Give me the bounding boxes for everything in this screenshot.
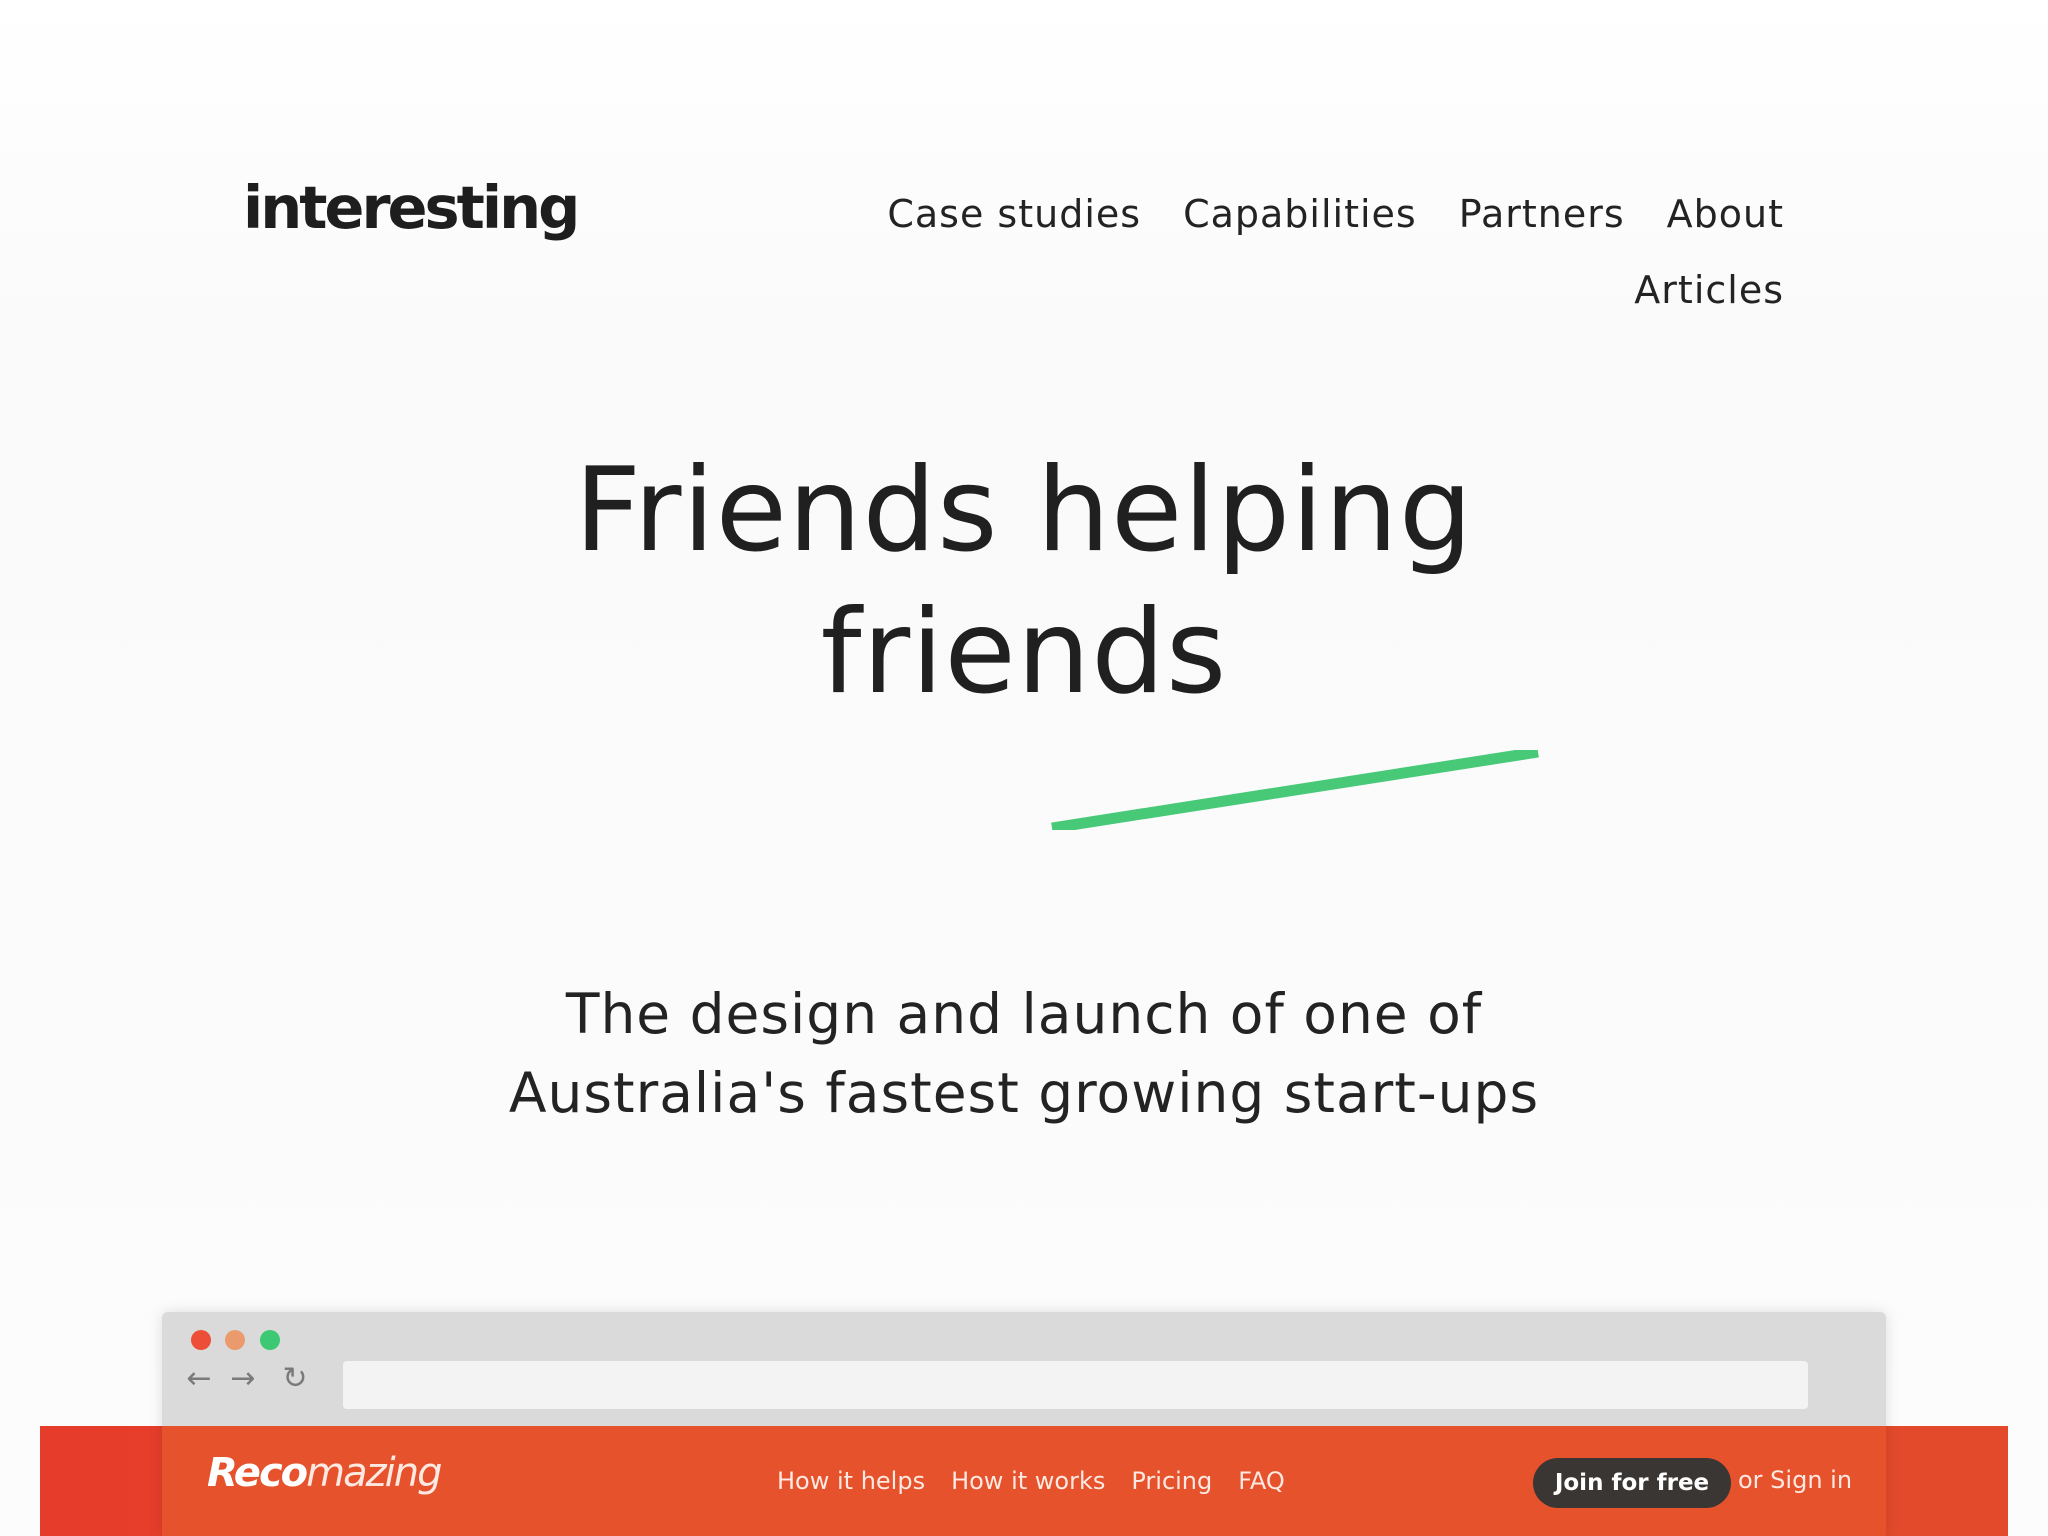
maximize-dot-icon <box>260 1330 280 1350</box>
nav-partners[interactable]: Partners <box>1459 188 1625 240</box>
browser-mockup: ← → ↻ Recomazing How it helps How it wor… <box>162 1312 1886 1536</box>
site-nav-pricing[interactable]: Pricing <box>1131 1467 1212 1495</box>
hero-subtitle-line-2: Australia's fastest growing start-ups <box>508 1061 1540 1125</box>
hero-title-line-1: Friends helping <box>574 443 1474 578</box>
main-nav: Case studies Capabilities Partners About… <box>824 188 1784 316</box>
recomazing-site-header: Recomazing How it helps How it works Pri… <box>162 1426 1886 1536</box>
site-nav-faq[interactable]: FAQ <box>1238 1467 1285 1495</box>
browser-chrome: ← → ↻ <box>162 1312 1886 1426</box>
hero-subtitle: The design and launch of one of Australi… <box>0 975 2048 1133</box>
minimize-dot-icon <box>225 1330 245 1350</box>
nav-case-studies[interactable]: Case studies <box>887 188 1141 240</box>
accent-divider-line <box>1051 750 1539 830</box>
site-nav-how-it-works[interactable]: How it works <box>951 1467 1105 1495</box>
hero-title-line-2: friends <box>820 585 1228 720</box>
sign-in-link[interactable]: or Sign in <box>1738 1466 1852 1494</box>
back-arrow-icon[interactable]: ← <box>182 1362 216 1396</box>
join-for-free-button[interactable]: Join for free <box>1533 1458 1731 1508</box>
recomazing-logo-light: mazing <box>306 1450 442 1496</box>
recomazing-nav: How it helps How it works Pricing FAQ <box>777 1426 1285 1536</box>
recomazing-logo[interactable]: Recomazing <box>207 1450 442 1496</box>
hero-subtitle-line-1: The design and launch of one of <box>565 982 1483 1046</box>
site-nav-how-it-helps[interactable]: How it helps <box>777 1467 925 1495</box>
forward-arrow-icon[interactable]: → <box>226 1362 260 1396</box>
site-logo[interactable]: interesting <box>243 178 580 237</box>
address-bar[interactable] <box>343 1361 1808 1409</box>
hero-title: Friends helping friends <box>0 440 2048 724</box>
nav-about[interactable]: About <box>1667 188 1784 240</box>
nav-capabilities[interactable]: Capabilities <box>1183 188 1417 240</box>
close-dot-icon <box>191 1330 211 1350</box>
page: interesting Case studies Capabilities Pa… <box>0 0 2048 1536</box>
recomazing-logo-bold: Reco <box>207 1450 308 1496</box>
nav-articles[interactable]: Articles <box>1634 264 1784 316</box>
reload-icon[interactable]: ↻ <box>278 1362 312 1396</box>
